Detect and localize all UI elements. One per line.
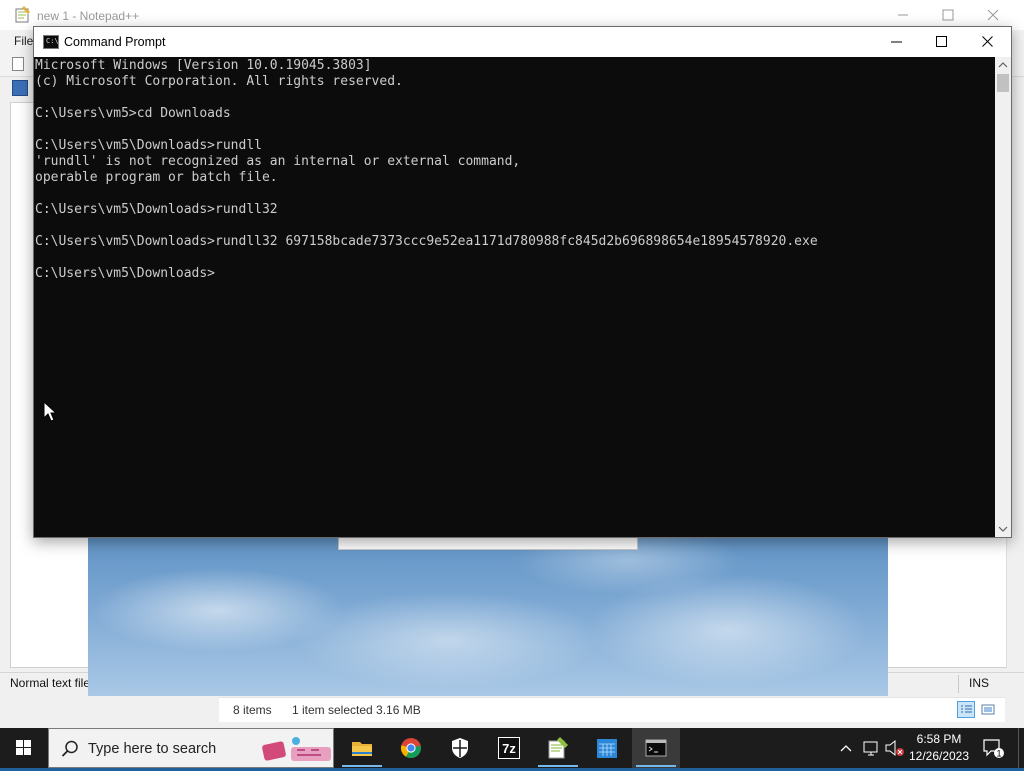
windows-logo-icon (16, 740, 31, 755)
clock-date: 12/26/2023 (908, 749, 970, 763)
taskbar-notepadpp[interactable] (534, 728, 582, 768)
close-icon (987, 9, 999, 21)
taskbar-chrome[interactable] (387, 728, 435, 768)
cmd-title: Command Prompt (64, 35, 166, 49)
explorer-selection-info: 1 item selected 3.16 MB (292, 703, 421, 717)
running-indicator (538, 765, 578, 767)
maximize-icon (936, 36, 947, 47)
explorer-statusbar: 8 items 1 item selected 3.16 MB (219, 697, 1005, 722)
running-indicator (636, 765, 676, 767)
start-button[interactable] (0, 728, 48, 768)
notepadpp-icon (548, 737, 568, 759)
console-line: C:\Users\vm5\Downloads>rundll32 697158bc… (35, 234, 818, 249)
chevron-down-icon (998, 526, 1008, 532)
minimize-icon (891, 41, 902, 43)
console-line: 'rundll' is not recognized as an interna… (35, 154, 521, 169)
cmd-app-icon: C:\_ (43, 35, 63, 49)
chrome-icon (400, 738, 421, 758)
close-icon (982, 36, 993, 47)
console-line: operable program or batch file. (35, 170, 278, 185)
folder-icon (352, 742, 372, 756)
show-hidden-icons-chevron-icon[interactable] (838, 728, 854, 768)
search-highlight-icon (262, 737, 331, 761)
running-indicator (342, 765, 382, 767)
cmd-app-icon-glyph: C:\_ (46, 37, 63, 45)
7zip-label: 7z (502, 741, 516, 756)
search-placeholder: Type here to search (88, 741, 217, 757)
scroll-down-button[interactable] (995, 521, 1011, 537)
command-prompt-window: C:\_ Command Prompt Microsoft Windows [V… (33, 26, 1012, 538)
notepadpp-title: new 1 - Notepad++ (37, 9, 140, 23)
console-line: (c) Microsoft Corporation. All rights re… (35, 74, 403, 89)
search-icon (61, 740, 78, 757)
console-line: C:\Users\vm5\Downloads> (35, 266, 216, 281)
notification-icon: 1 (983, 739, 1004, 759)
maximize-icon (942, 9, 954, 21)
status-divider (958, 675, 959, 693)
taskbar-7zip[interactable]: 7z (485, 728, 533, 768)
console-line: C:\Users\vm5\Downloads>rundll32 (35, 202, 278, 217)
network-icon[interactable] (862, 728, 882, 768)
notepadpp-app-icon (15, 6, 30, 23)
new-file-icon[interactable] (12, 57, 24, 71)
chevron-up-icon (998, 62, 1008, 68)
action-center-button[interactable]: 1 (982, 737, 1004, 759)
minimize-icon (898, 14, 908, 16)
console-line: C:\Users\vm5>cd Downloads (35, 106, 231, 121)
taskbar-calendar[interactable] (583, 728, 631, 768)
console-line: C:\Users\vm5\Downloads>rundll (35, 138, 262, 153)
mouse-pointer-icon (43, 401, 57, 422)
shield-icon (452, 738, 468, 758)
volume-muted-icon[interactable] (884, 728, 906, 768)
menu-file[interactable]: File (14, 34, 33, 48)
scroll-up-button[interactable] (995, 57, 1011, 73)
status-insert-mode: INS (969, 676, 990, 690)
save-icon[interactable] (12, 80, 28, 96)
calendar-icon (597, 739, 617, 758)
clock-time: 6:58 PM (916, 732, 962, 746)
cmd-close-button[interactable] (965, 27, 1011, 57)
details-view-icon[interactable] (957, 701, 975, 718)
cmd-titlebar[interactable]: C:\_ Command Prompt (34, 27, 1011, 57)
cmd-maximize-button[interactable] (919, 27, 965, 57)
taskbar-file-explorer[interactable] (338, 728, 386, 768)
cmd-minimize-button[interactable] (874, 27, 920, 57)
taskbar: Type here to search 7z 6:58 PM 12/26/202… (0, 728, 1024, 768)
show-desktop-button[interactable] (1018, 728, 1024, 768)
scroll-thumb[interactable] (997, 74, 1009, 92)
7zip-icon: 7z (498, 737, 520, 759)
console-line: Microsoft Windows [Version 10.0.19045.38… (35, 58, 372, 73)
large-icons-view-icon[interactable] (979, 701, 997, 718)
status-language: Normal text file (10, 676, 88, 690)
notification-count: 1 (996, 749, 1001, 759)
taskbar-windows-security[interactable] (436, 728, 484, 768)
cmd-vertical-scrollbar[interactable] (995, 57, 1011, 537)
explorer-item-count: 8 items (233, 703, 272, 717)
taskbar-clock[interactable]: 6:58 PM 12/26/2023 (906, 731, 972, 765)
cmd-icon (645, 739, 667, 757)
taskbar-command-prompt[interactable] (632, 728, 680, 768)
console-output[interactable]: Microsoft Windows [Version 10.0.19045.38… (34, 57, 995, 537)
taskbar-search-box[interactable]: Type here to search (48, 728, 334, 768)
console-lines: Microsoft Windows [Version 10.0.19045.38… (35, 58, 818, 282)
